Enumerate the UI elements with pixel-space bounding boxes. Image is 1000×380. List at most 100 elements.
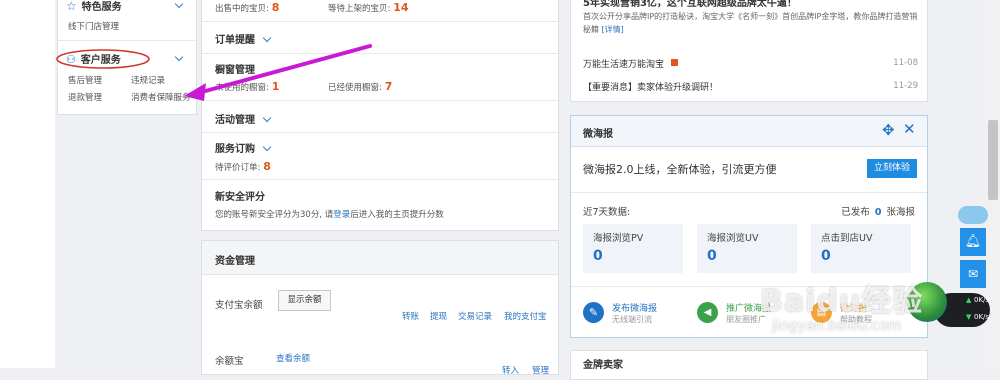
stat-value: 0 — [821, 248, 831, 264]
my-alipay-link[interactable]: 我的支付宝 — [504, 310, 547, 322]
window-unused-label: 未使用的橱窗: — [215, 83, 269, 93]
chat-button[interactable]: ✉ — [960, 260, 986, 288]
close-icon[interactable]: ✕ — [903, 120, 916, 138]
watermark-url: jingyan.baidu.com — [772, 318, 902, 334]
order-reminder-header[interactable]: 订单提醒 — [215, 31, 272, 46]
transaction-records-link[interactable]: 交易记录 — [458, 310, 492, 322]
customer-service-title: 客户服务 — [80, 55, 121, 66]
after-sale-link[interactable]: 售后管理 — [68, 74, 102, 86]
service-title: 服务订购 — [215, 144, 255, 155]
published-unit: 张海报 — [886, 207, 915, 218]
news-panel: 5年实现营销3亿，这个互联网超级品牌太牛逼！ 首次公开分享品牌IP的打造秘诀，淘… — [570, 0, 928, 102]
activity-header[interactable]: 活动管理 — [215, 111, 272, 126]
news-item-text: 万能生活速万能淘宝 — [583, 60, 665, 70]
divider — [58, 40, 198, 41]
security-score-title: 新安全评分 — [215, 192, 265, 203]
login-link[interactable]: 登录 — [333, 210, 350, 220]
pending-review-row: 待评价订单: 8 — [215, 160, 271, 173]
customer-service-header[interactable]: ⚇ 客户服务 — [66, 51, 190, 66]
weihaibao-promo: 微海报2.0上线，全新体验，引流更方便 — [583, 163, 777, 176]
feature-service-title: 特色服务 — [81, 2, 122, 13]
service-subscription-header[interactable]: 服务订购 — [215, 140, 272, 155]
selling-items-row: 出售中的宝贝: 8 — [215, 1, 279, 14]
stat-card-uv: 海报浏览UV 0 — [697, 224, 797, 273]
megaphone-icon: ◀ — [697, 302, 718, 323]
stat-label: 海报浏览UV — [707, 233, 759, 244]
stat-card-pv: 海报浏览PV 0 — [583, 224, 683, 273]
news-desc-text: 首次公开分享品牌IP的打造秘诀，淘宝大学《名师一刻》首创品牌IP金字塔，教你品牌… — [583, 12, 918, 34]
refund-link[interactable]: 退款管理 — [68, 91, 102, 103]
security-score-text: 您的账号新安全评分为30分, 请登录后进入我的主页提升分数 — [215, 208, 444, 220]
feature-service-header[interactable]: ☆ 特色服务 — [66, 0, 190, 13]
show-balance-button[interactable]: 显示余额 — [278, 290, 331, 311]
pending-review-count[interactable]: 8 — [263, 160, 271, 173]
divider — [571, 192, 927, 193]
waiting-count[interactable]: 14 — [393, 1, 408, 14]
alipay-balance-label: 支付宝余额 — [215, 300, 263, 311]
pending-review-label: 待评价订单: — [215, 163, 261, 173]
try-now-button[interactable]: 立刻体验 — [867, 159, 917, 178]
window-used-row: 已经使用橱窗: 7 — [328, 80, 392, 93]
chat-icon: ✉ — [967, 267, 979, 281]
view-yuebao-link[interactable]: 查看余额 — [276, 352, 310, 364]
manage-link[interactable]: 管理 — [532, 364, 549, 376]
chevron-down-icon — [262, 142, 272, 152]
transfer-in-link[interactable]: 转入 — [502, 364, 519, 376]
order-reminder-title: 订单提醒 — [215, 35, 255, 46]
news-item[interactable]: 万能生活速万能淘宝 11-08 — [583, 57, 918, 70]
stat-value: 0 — [707, 248, 717, 264]
window-unused-row: 未使用的橱窗: 1 — [215, 80, 279, 93]
publish-poster-action[interactable]: ✎ 发布微海报 无线端引流 — [583, 299, 688, 327]
stat-card-click: 点击到店UV 0 — [811, 224, 911, 273]
withdraw-link[interactable]: 提现 — [430, 310, 447, 322]
window-used-label: 已经使用橱窗: — [328, 83, 382, 93]
security-text-b: 后进入我的主页提升分数 — [350, 210, 444, 220]
published-count: 已发布 0 张海报 — [841, 204, 915, 218]
bell-button[interactable]: 🔔︎ — [960, 228, 986, 256]
offline-store-link[interactable]: 线下门店管理 — [68, 20, 119, 32]
hot-badge-icon — [670, 59, 678, 66]
transfer-link[interactable]: 转账 — [402, 310, 419, 322]
upload-speed: 0K/s — [974, 296, 990, 304]
window-management-title: 橱窗管理 — [215, 65, 255, 76]
divider — [202, 21, 560, 22]
published-label: 已发布 — [841, 207, 870, 218]
consumer-protection-link[interactable]: 消费者保障服务 — [131, 91, 191, 103]
baidu-watermark: Baidu经验 — [760, 276, 923, 320]
stat-value: 0 — [593, 248, 603, 264]
stat-label: 点击到店UV — [821, 233, 873, 244]
window-unused-count[interactable]: 1 — [272, 80, 280, 93]
security-text-a: 您的账号新安全评分为30分, 请 — [215, 210, 334, 220]
upload-arrow-icon: ▲ — [966, 296, 972, 304]
divider — [202, 53, 560, 54]
watermark-brand: Baidu经验 — [760, 284, 924, 319]
selling-count[interactable]: 8 — [272, 1, 280, 14]
news-details-link[interactable]: [详情] — [602, 25, 624, 34]
chevron-down-icon — [174, 52, 184, 62]
weihaibao-header-bg — [571, 116, 927, 147]
bell-icon: 🔔︎ — [964, 234, 982, 249]
left-menu: ☆ 特色服务 线下门店管理 ⚇ 客户服务 售后管理 违规记录 退款管理 消费者保… — [57, 0, 198, 115]
star-icon: ☆ — [66, 0, 77, 13]
divider — [202, 100, 560, 101]
funds-header-bg — [202, 241, 558, 275]
news-headline[interactable]: 5年实现营销3亿，这个互联网超级品牌太牛逼！ — [583, 0, 797, 9]
download-speed: 0K/s — [974, 313, 990, 321]
download-arrow-icon: ▼ — [966, 313, 972, 321]
news-item-date: 11-29 — [893, 81, 918, 91]
stat-label: 海报浏览PV — [593, 233, 644, 244]
funds-title: 资金管理 — [215, 256, 255, 267]
chevron-down-icon — [262, 33, 272, 43]
action-sub: 无线端引流 — [612, 315, 652, 324]
weihaibao-title: 微海报 — [583, 129, 613, 140]
news-item[interactable]: 【重要消息】卖家体验升级调研！ 11-29 — [583, 80, 918, 93]
action-title: 发布微海报 — [612, 304, 658, 314]
chevron-down-icon — [262, 113, 272, 123]
move-icon[interactable]: ✥ — [882, 121, 895, 139]
violation-link[interactable]: 违规记录 — [131, 74, 165, 86]
window-used-count[interactable]: 7 — [385, 80, 393, 93]
waiting-items-row: 等待上架的宝贝: 14 — [328, 1, 409, 14]
news-description: 首次公开分享品牌IP的打造秘诀，淘宝大学《名师一刻》首创品牌IP金字塔，教你品牌… — [583, 10, 918, 36]
activity-title: 活动管理 — [215, 115, 255, 126]
scrollbar-thumb[interactable] — [988, 120, 998, 200]
